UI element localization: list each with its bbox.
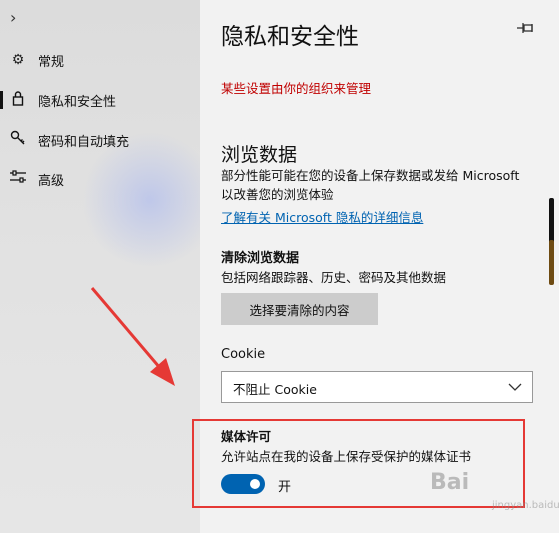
gear-icon: ⚙ <box>11 52 25 68</box>
watermark-text: Bai <box>430 470 470 495</box>
key-svg <box>10 130 25 145</box>
scroll-thumb-lower[interactable] <box>549 240 554 285</box>
key-icon <box>9 130 27 150</box>
active-marker <box>0 91 3 109</box>
browsing-data-heading: 浏览数据 <box>221 144 298 166</box>
cookie-dropdown[interactable]: 不阻止 Cookie <box>221 371 533 403</box>
nav-item-label: 高级 <box>38 173 65 189</box>
sliders-svg <box>10 170 26 183</box>
nav-item-privacy-security[interactable]: 隐私和安全性 <box>0 83 200 117</box>
nav-item-label: 密码和自动填充 <box>38 134 130 150</box>
page-title: 隐私和安全性 <box>221 24 359 50</box>
choose-what-to-clear-button[interactable]: 选择要清除的内容 <box>221 293 378 325</box>
side-navigation: › ⚙ 常规 隐私和安全性 密码和自动填充 高级 <box>0 0 200 533</box>
nav-item-advanced[interactable]: 高级 <box>0 162 200 196</box>
lock-icon <box>9 90 27 110</box>
chevron-down-icon <box>508 383 522 391</box>
baidu-watermark: Bai jingyan.baidu.com <box>430 470 559 520</box>
nav-item-label: 常规 <box>38 54 65 70</box>
sliders-icon <box>9 170 27 188</box>
nav-item-passwords-autofill[interactable]: 密码和自动填充 <box>0 123 200 157</box>
pin-svg <box>517 23 533 33</box>
clear-data-heading: 清除浏览数据 <box>221 251 300 266</box>
org-managed-notice: 某些设置由你的组织来管理 <box>221 81 372 96</box>
privacy-learn-more-link[interactable]: 了解有关 Microsoft 隐私的详细信息 <box>221 207 423 226</box>
scroll-thumb[interactable] <box>549 198 554 246</box>
nav-item-label: 隐私和安全性 <box>38 94 117 110</box>
scrollbar[interactable] <box>547 0 557 533</box>
watermark-sub: jingyan.baidu.com <box>492 500 559 511</box>
browsing-data-description: 部分性能可能在您的设备上保存数据或发给 Microsoft 以改善您的浏览体验 <box>221 168 520 202</box>
clear-data-description: 包括网络跟踪器、历史、密码及其他数据 <box>221 270 447 285</box>
lock-svg <box>12 91 24 106</box>
cookie-selected-value: 不阻止 Cookie <box>233 382 317 397</box>
nav-item-general[interactable]: ⚙ 常规 <box>0 43 200 77</box>
cookie-label: Cookie <box>221 347 266 362</box>
expand-nav-icon[interactable]: › <box>10 8 16 27</box>
pin-icon[interactable] <box>517 22 535 38</box>
